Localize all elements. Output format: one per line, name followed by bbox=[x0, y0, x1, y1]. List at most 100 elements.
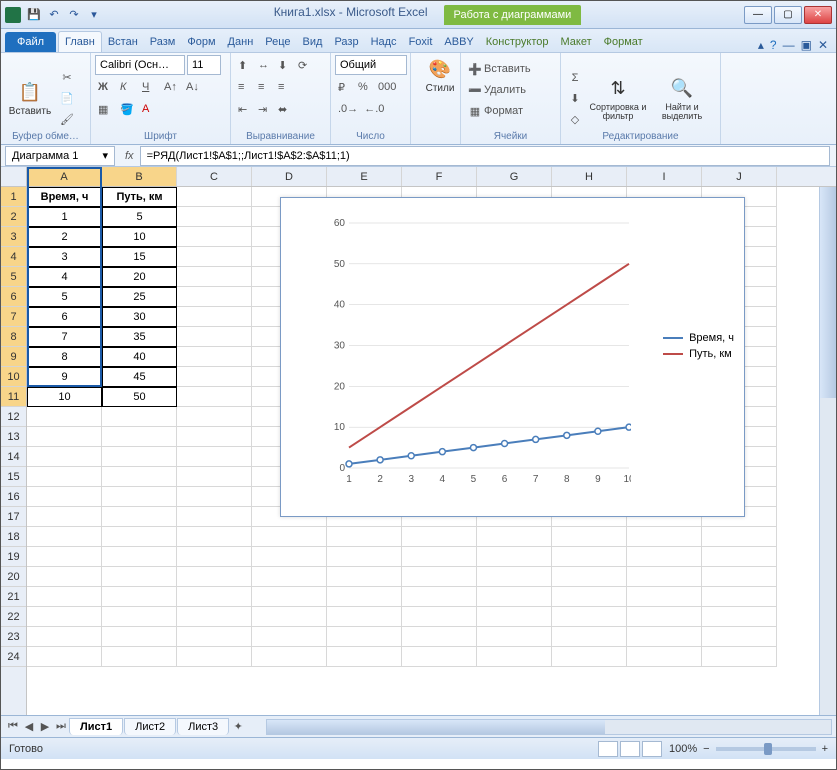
column-header-B[interactable]: B bbox=[102, 167, 177, 186]
row-header-8[interactable]: 8 bbox=[1, 327, 26, 347]
cell-I24[interactable] bbox=[627, 647, 702, 667]
view-pagelayout-button[interactable] bbox=[620, 741, 640, 757]
cell-A20[interactable] bbox=[27, 567, 102, 587]
align-middle-icon[interactable]: ↔ bbox=[255, 55, 275, 75]
cell-C23[interactable] bbox=[177, 627, 252, 647]
column-header-C[interactable]: C bbox=[177, 167, 252, 186]
tab-foxit[interactable]: Foxit bbox=[403, 32, 439, 52]
cell-E23[interactable] bbox=[327, 627, 402, 647]
font-grow-icon[interactable]: A↑ bbox=[161, 77, 181, 97]
cell-F20[interactable] bbox=[402, 567, 477, 587]
indent-inc-icon[interactable]: ⇥ bbox=[255, 99, 275, 119]
cell-F22[interactable] bbox=[402, 607, 477, 627]
row-header-10[interactable]: 10 bbox=[1, 367, 26, 387]
cell-D21[interactable] bbox=[252, 587, 327, 607]
percent-icon[interactable]: % bbox=[355, 77, 375, 97]
orientation-icon[interactable]: ⟳ bbox=[295, 55, 315, 75]
cell-J18[interactable] bbox=[702, 527, 777, 547]
sheet-tab-3[interactable]: Лист3 bbox=[177, 718, 229, 735]
cell-A6[interactable]: 5 bbox=[27, 287, 102, 307]
cell-C9[interactable] bbox=[177, 347, 252, 367]
cell-I20[interactable] bbox=[627, 567, 702, 587]
column-header-D[interactable]: D bbox=[252, 167, 327, 186]
cell-B13[interactable] bbox=[102, 427, 177, 447]
fx-icon[interactable]: fx bbox=[119, 150, 140, 162]
cell-B6[interactable]: 25 bbox=[102, 287, 177, 307]
cell-H19[interactable] bbox=[552, 547, 627, 567]
align-bottom-icon[interactable]: ⬇ bbox=[275, 55, 295, 75]
close-button[interactable]: ✕ bbox=[804, 6, 832, 24]
cell-B24[interactable] bbox=[102, 647, 177, 667]
chart-legend[interactable]: Время, ч Путь, км bbox=[663, 328, 734, 364]
vertical-scrollbar[interactable] bbox=[819, 187, 836, 715]
cell-D23[interactable] bbox=[252, 627, 327, 647]
cell-C18[interactable] bbox=[177, 527, 252, 547]
cell-F23[interactable] bbox=[402, 627, 477, 647]
cell-B2[interactable]: 5 bbox=[102, 207, 177, 227]
cell-C4[interactable] bbox=[177, 247, 252, 267]
column-header-G[interactable]: G bbox=[477, 167, 552, 186]
legend-item-1[interactable]: Путь, км bbox=[663, 348, 734, 360]
cell-F18[interactable] bbox=[402, 527, 477, 547]
cell-B4[interactable]: 15 bbox=[102, 247, 177, 267]
row-header-18[interactable]: 18 bbox=[1, 527, 26, 547]
cell-B18[interactable] bbox=[102, 527, 177, 547]
clear-button[interactable]: ◇ bbox=[565, 110, 585, 130]
cell-A3[interactable]: 2 bbox=[27, 227, 102, 247]
cell-I18[interactable] bbox=[627, 527, 702, 547]
column-header-I[interactable]: I bbox=[627, 167, 702, 186]
tab-pagelayout[interactable]: Разм bbox=[144, 32, 182, 52]
tab-home[interactable]: Главн bbox=[58, 31, 102, 52]
cell-G18[interactable] bbox=[477, 527, 552, 547]
cell-J21[interactable] bbox=[702, 587, 777, 607]
cell-F24[interactable] bbox=[402, 647, 477, 667]
row-header-7[interactable]: 7 bbox=[1, 307, 26, 327]
cell-E18[interactable] bbox=[327, 527, 402, 547]
cell-C12[interactable] bbox=[177, 407, 252, 427]
column-header-H[interactable]: H bbox=[552, 167, 627, 186]
row-header-12[interactable]: 12 bbox=[1, 407, 26, 427]
row-header-23[interactable]: 23 bbox=[1, 627, 26, 647]
cells-insert-button[interactable]: ➕Вставить bbox=[465, 59, 556, 79]
cells-delete-button[interactable]: ➖Удалить bbox=[465, 80, 556, 100]
row-header-5[interactable]: 5 bbox=[1, 267, 26, 287]
inc-decimal-icon[interactable]: .0→ bbox=[335, 99, 361, 119]
cell-C10[interactable] bbox=[177, 367, 252, 387]
tab-data[interactable]: Данн bbox=[222, 32, 260, 52]
legend-item-0[interactable]: Время, ч bbox=[663, 332, 734, 344]
cell-E22[interactable] bbox=[327, 607, 402, 627]
cell-B15[interactable] bbox=[102, 467, 177, 487]
cell-I22[interactable] bbox=[627, 607, 702, 627]
cell-A8[interactable]: 7 bbox=[27, 327, 102, 347]
column-header-J[interactable]: J bbox=[702, 167, 777, 186]
cell-G22[interactable] bbox=[477, 607, 552, 627]
row-header-20[interactable]: 20 bbox=[1, 567, 26, 587]
bold-button[interactable]: Ж bbox=[95, 77, 115, 97]
tab-abby[interactable]: ABBY bbox=[438, 32, 479, 52]
cell-A21[interactable] bbox=[27, 587, 102, 607]
sheet-nav-last-icon[interactable]: ⏭ bbox=[53, 720, 69, 733]
dec-decimal-icon[interactable]: ←.0 bbox=[361, 99, 387, 119]
zoom-thumb[interactable] bbox=[764, 743, 772, 755]
formula-input[interactable]: =РЯД(Лист1!$A$1;;Лист1!$A$2:$A$11;1) bbox=[140, 146, 830, 166]
cell-G21[interactable] bbox=[477, 587, 552, 607]
cell-A12[interactable] bbox=[27, 407, 102, 427]
comma-icon[interactable]: 000 bbox=[375, 77, 399, 97]
new-sheet-icon[interactable]: ✦ bbox=[230, 720, 246, 733]
cell-C2[interactable] bbox=[177, 207, 252, 227]
cell-D24[interactable] bbox=[252, 647, 327, 667]
tab-chart-layout[interactable]: Макет bbox=[554, 32, 597, 52]
row-header-16[interactable]: 16 bbox=[1, 487, 26, 507]
cell-C7[interactable] bbox=[177, 307, 252, 327]
cell-C24[interactable] bbox=[177, 647, 252, 667]
column-header-A[interactable]: A bbox=[27, 167, 102, 186]
tab-formulas[interactable]: Форм bbox=[181, 32, 221, 52]
cell-C16[interactable] bbox=[177, 487, 252, 507]
file-tab[interactable]: Файл bbox=[5, 32, 56, 52]
cell-C20[interactable] bbox=[177, 567, 252, 587]
cell-A9[interactable]: 8 bbox=[27, 347, 102, 367]
cell-A15[interactable] bbox=[27, 467, 102, 487]
row-header-2[interactable]: 2 bbox=[1, 207, 26, 227]
hscroll-thumb[interactable] bbox=[267, 720, 605, 734]
cell-G19[interactable] bbox=[477, 547, 552, 567]
